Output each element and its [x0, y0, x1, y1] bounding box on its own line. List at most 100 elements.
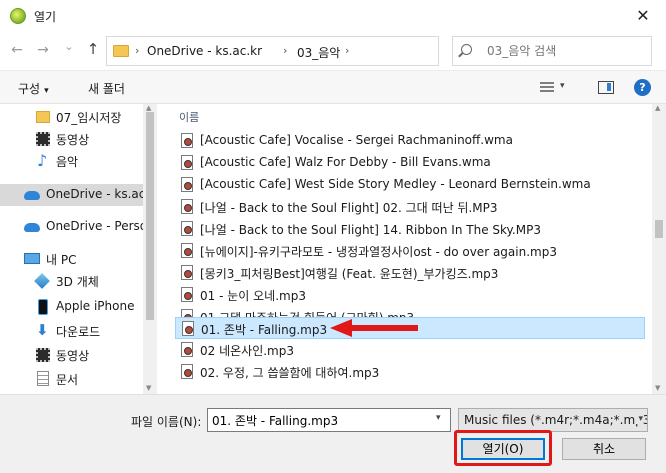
file-row[interactable]: [뉴에이지]-유키구라모토 - 냉정과열정사이ost - do over aga… [175, 240, 645, 262]
sidebar-item-videos[interactable]: 동영상 [0, 128, 143, 150]
scroll-up-icon[interactable]: ▲ [655, 104, 660, 112]
up-folder-arrow-icon[interactable]: ↑ [84, 40, 102, 58]
file-row[interactable]: [Acoustic Cafe] Vocalise - Sergei Rachma… [175, 130, 645, 152]
pc-icon [24, 253, 40, 264]
scroll-down-icon[interactable]: ▼ [146, 384, 151, 392]
file-row[interactable]: [나얼 - Back to the Soul Flight] 02. 그대 떠난… [175, 196, 645, 218]
scrollbar-thumb[interactable] [146, 112, 154, 320]
address-bar[interactable]: › OneDrive - ks.ac.kr › 03_음악 › ▾ ↻ [106, 36, 533, 66]
file-row[interactable]: 01 - 눈이 오네.mp3 [175, 284, 645, 306]
sidebar-item-this-pc[interactable]: 내 PC [0, 248, 143, 270]
preview-pane-icon[interactable] [598, 81, 614, 94]
sidebar-item-3d-objects[interactable]: 3D 개체 [0, 270, 143, 292]
file-row[interactable]: 02 네온사인.mp3 [175, 339, 645, 361]
open-button[interactable]: 열기(O) [461, 438, 545, 460]
new-folder-button[interactable]: 새 폴더 [88, 80, 125, 97]
video-icon [36, 348, 50, 362]
back-arrow-icon[interactable]: ← [8, 42, 26, 58]
forward-arrow-icon[interactable]: → [34, 42, 52, 58]
title-bar: 열기 ✕ [0, 0, 666, 32]
video-icon [36, 132, 50, 146]
file-row[interactable]: [Acoustic Cafe] Walz For Debby - Bill Ev… [175, 152, 645, 174]
phone-icon [38, 299, 48, 315]
file-list-scrollbar[interactable]: ▲ ▼ [652, 104, 666, 394]
file-name: [몽키3_피처링Best]여행길 (Feat. 윤도현)_부가킹즈.mp3 [200, 267, 499, 281]
audio-file-icon [181, 177, 193, 192]
file-row[interactable]: 02. 우정, 그 씁쓸함에 대하여.mp3 [175, 361, 645, 383]
file-name: 01 - 눈이 오네.mp3 [200, 289, 306, 303]
view-list-icon[interactable] [540, 82, 554, 94]
breadcrumb-separator[interactable]: › [135, 44, 139, 57]
sidebar-item-music[interactable]: ♪ 음악 [0, 150, 143, 172]
breadcrumb-music-folder[interactable]: 03_음악 [297, 44, 340, 61]
file-list[interactable]: 이름 [Acoustic Cafe] Vocalise - Sergei Rac… [157, 104, 652, 394]
navigation-pane[interactable]: 07_임시저장 동영상 ♪ 음악 OneDrive - ks.ac.kr One… [0, 104, 157, 394]
filetype-select[interactable]: Music files (*.m4r;*.m4a;*.mp3 ▾ [458, 408, 648, 432]
file-name: [나얼 - Back to the Soul Flight] 14. Ribbo… [200, 223, 541, 237]
filename-label: 파일 이름(N): [131, 415, 202, 429]
cloud-icon [24, 223, 40, 232]
file-name: 02 네온사인.mp3 [200, 344, 295, 358]
scroll-down-icon[interactable]: ▼ [655, 384, 660, 392]
recent-locations-chevron-icon[interactable]: ⌄ [60, 40, 78, 53]
close-button[interactable]: ✕ [626, 4, 660, 28]
download-icon: ⬇ [36, 321, 49, 339]
filename-input[interactable] [207, 408, 451, 432]
column-header-name[interactable]: 이름 [179, 109, 199, 125]
sidebar-item-videos-pc[interactable]: 동영상 [0, 344, 143, 366]
chevron-down-icon: ▾ [44, 86, 49, 96]
sidebar-item-onedrive-ks[interactable]: OneDrive - ks.ac.kr [0, 184, 143, 206]
sidebar-item-temp-folder[interactable]: 07_임시저장 [0, 106, 143, 128]
file-name: [뉴에이지]-유키구라모토 - 냉정과열정사이ost - do over aga… [200, 245, 557, 259]
search-input[interactable] [487, 42, 637, 60]
cancel-button[interactable]: 취소 [562, 438, 646, 460]
breadcrumb-separator[interactable]: › [283, 44, 287, 57]
audio-file-icon [182, 321, 194, 336]
search-box[interactable] [452, 36, 652, 66]
command-bar: 구성 ▾ 새 폴더 ▾ ? [0, 70, 666, 104]
3d-objects-icon [34, 273, 50, 289]
sidebar-item-label: 3D 개체 [56, 275, 99, 289]
document-icon [37, 371, 49, 386]
audio-file-icon [181, 342, 193, 357]
navigation-scrollbar[interactable]: ▲ ▼ [143, 104, 157, 394]
filetype-value: Music files (*.m4r;*.m4a;*.mp3 [464, 413, 648, 427]
chevron-down-icon[interactable]: ▾ [436, 413, 441, 423]
file-row[interactable]: [Acoustic Cafe] West Side Story Medley -… [175, 174, 645, 196]
sidebar-item-label: Apple iPhone [56, 299, 135, 313]
audio-file-icon [181, 221, 193, 236]
audio-file-icon [181, 364, 193, 379]
breadcrumb-separator[interactable]: › [345, 44, 349, 57]
folder-icon [113, 45, 129, 57]
audio-file-icon [181, 287, 193, 302]
sidebar-item-label: OneDrive - ks.ac.kr [46, 187, 143, 201]
file-row[interactable]: [몽키3_피처링Best]여행길 (Feat. 윤도현)_부가킹즈.mp3 [175, 262, 645, 284]
file-name: 01. 존박 - Falling.mp3 [201, 323, 328, 337]
sidebar-item-downloads[interactable]: ⬇ 다운로드 [0, 320, 143, 342]
chevron-down-icon[interactable]: ▾ [560, 81, 565, 91]
help-icon[interactable]: ? [634, 79, 651, 96]
file-name: [Acoustic Cafe] Vocalise - Sergei Rachma… [200, 133, 513, 147]
breadcrumb-onedrive[interactable]: OneDrive - ks.ac.kr [147, 44, 262, 58]
search-icon [461, 44, 472, 55]
sidebar-item-label: 동영상 [56, 133, 90, 147]
sidebar-item-label: 동영상 [56, 349, 90, 363]
sidebar-item-onedrive-personal[interactable]: OneDrive - Personal [0, 216, 143, 238]
scroll-up-icon[interactable]: ▲ [146, 104, 151, 112]
file-row[interactable]: [나얼 - Back to the Soul Flight] 14. Ribbo… [175, 218, 645, 240]
annotation-arrow-icon [330, 319, 418, 337]
audio-file-icon [181, 155, 193, 170]
sidebar-item-label: 내 PC [46, 253, 77, 267]
file-name: [Acoustic Cafe] West Side Story Medley -… [200, 177, 591, 191]
file-name: 02. 우정, 그 씁쓸함에 대하여.mp3 [200, 366, 380, 380]
address-row: ← → ⌄ ↑ › OneDrive - ks.ac.kr › 03_음악 › … [0, 32, 666, 70]
organize-button[interactable]: 구성 ▾ [18, 80, 49, 97]
sidebar-item-iphone[interactable]: Apple iPhone [0, 296, 143, 318]
audio-file-icon [181, 265, 193, 280]
scrollbar-thumb[interactable] [655, 220, 663, 238]
sidebar-item-label: 문서 [56, 373, 79, 387]
app-icon [10, 8, 26, 24]
sidebar-item-documents[interactable]: 문서 [0, 368, 143, 390]
organize-label: 구성 [18, 82, 41, 96]
sidebar-item-label: 음악 [56, 155, 79, 169]
